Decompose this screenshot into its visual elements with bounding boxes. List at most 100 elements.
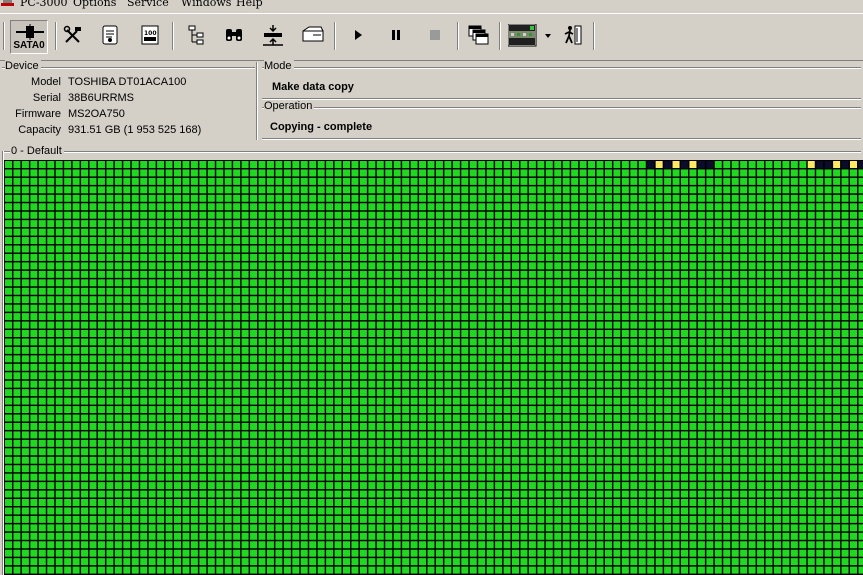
sector-block (47, 389, 55, 397)
sector-block (706, 363, 714, 371)
sector-block (89, 406, 97, 414)
sector-block (528, 499, 536, 506)
sector-block (503, 515, 511, 523)
sector-block (207, 330, 215, 337)
sector-block (697, 482, 705, 490)
sector-block (807, 203, 815, 211)
menu-pc3000[interactable]: PC-3000 (20, 0, 68, 10)
sector-block (528, 203, 536, 211)
sector-block (402, 313, 410, 321)
map-view-button[interactable] (507, 23, 538, 48)
sector-block (435, 287, 443, 295)
sector-block (689, 228, 697, 236)
sector-block (731, 456, 739, 464)
sector-block (174, 296, 181, 304)
percent-button[interactable]: 100 (137, 22, 163, 48)
interface-sata0-button[interactable]: SATA0 (10, 20, 48, 54)
sector-map[interactable] (4, 160, 863, 575)
sector-block (419, 389, 427, 397)
sector-block (790, 473, 798, 481)
sector-block (740, 448, 748, 456)
sector-block (97, 330, 105, 337)
sector-block (89, 549, 97, 557)
sector-block (21, 262, 29, 270)
sector-block (554, 228, 562, 236)
sector-block (300, 507, 308, 515)
sector-block (740, 465, 748, 473)
sector-block (427, 228, 435, 236)
sector-block (250, 169, 258, 177)
sector-block (478, 186, 486, 194)
sector-block (816, 414, 824, 422)
sector-block (258, 406, 266, 414)
stop-button[interactable] (422, 22, 448, 48)
sector-block (689, 220, 697, 228)
sector-block (157, 211, 165, 219)
exit-button[interactable] (560, 22, 586, 48)
sector-block (672, 541, 680, 549)
sector-block (402, 186, 410, 194)
sector-block (782, 237, 790, 245)
sector-block (402, 482, 410, 490)
sector-block (5, 507, 12, 515)
tree-button[interactable] (183, 22, 209, 48)
sector-block (562, 279, 570, 287)
sector-block (638, 211, 646, 219)
sector-block (495, 465, 503, 473)
sector-block (850, 296, 857, 304)
sector-block (427, 169, 435, 177)
sector-block (850, 177, 857, 185)
sector-block (435, 439, 443, 447)
sector-block (528, 414, 536, 422)
sector-block (647, 490, 655, 498)
sector-block (503, 363, 511, 371)
menu-windows[interactable]: Windows (181, 0, 231, 10)
sector-block (13, 473, 21, 481)
sector-block (537, 372, 545, 380)
sector-block (469, 482, 477, 490)
sector-block (435, 330, 443, 337)
sector-block (816, 237, 824, 245)
pause-button[interactable] (383, 22, 409, 48)
compare-button[interactable] (260, 22, 286, 48)
sector-block (21, 296, 29, 304)
sector-block (731, 507, 739, 515)
sector-block (697, 414, 705, 422)
sector-block (266, 237, 274, 245)
sector-block (334, 203, 342, 211)
sector-block (131, 203, 139, 211)
sector-block (571, 422, 579, 430)
sector-block (334, 304, 342, 312)
sector-block (97, 406, 105, 414)
sector-block (816, 169, 824, 177)
tools-button[interactable] (60, 22, 86, 48)
sector-block (216, 414, 224, 422)
sector-block (435, 304, 443, 312)
play-button[interactable] (345, 22, 371, 48)
sector-block (157, 177, 165, 185)
sector-block (571, 389, 579, 397)
sector-block (275, 363, 283, 371)
sector-block (571, 330, 579, 337)
sector-block (241, 422, 249, 430)
drive-button[interactable] (300, 22, 326, 48)
search-button[interactable] (221, 22, 247, 48)
map-view-dropdown[interactable] (543, 31, 553, 41)
sector-block (630, 203, 638, 211)
scroll-button[interactable] (97, 22, 123, 48)
sector-block (503, 465, 511, 473)
sector-block (562, 482, 570, 490)
sector-block (140, 245, 148, 253)
sector-block (731, 211, 739, 219)
menu-help[interactable]: Help (236, 0, 263, 10)
sector-block (351, 406, 359, 414)
windows-button[interactable] (465, 22, 491, 48)
sector-block (689, 346, 697, 354)
sector-block (427, 448, 435, 456)
sector-block (402, 380, 410, 388)
sector-block (376, 389, 384, 397)
sector-block (376, 422, 384, 430)
menu-service[interactable]: Service (127, 0, 169, 10)
sector-block (858, 245, 863, 253)
menu-options[interactable]: Options (73, 0, 116, 10)
